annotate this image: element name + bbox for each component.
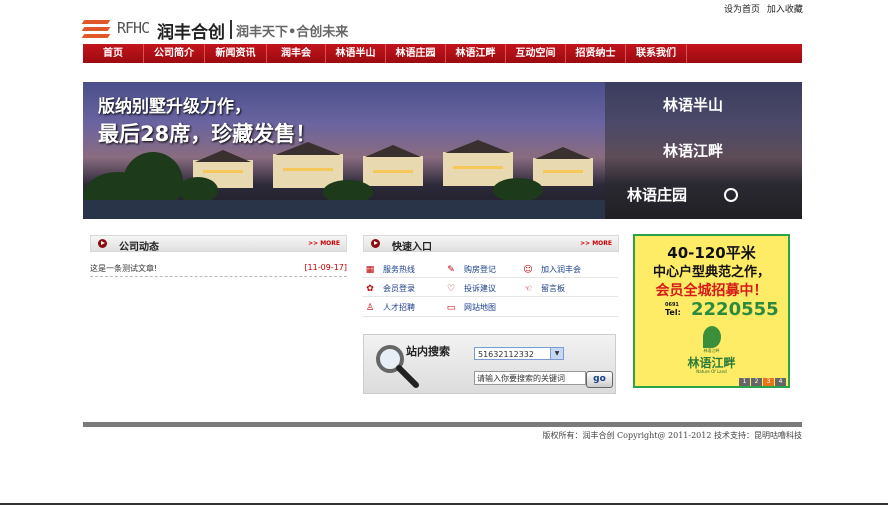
divider: [362, 316, 618, 317]
quick-link-message-board[interactable]: ☜ 留言板: [523, 283, 565, 294]
quick-section-title: 快速入口: [392, 242, 432, 253]
nav-item-news[interactable]: 新闻资讯: [205, 44, 267, 63]
hero-banner[interactable]: 版纳别墅升级力作， 最后28席，珍藏发售！ 林语半山 林语江畔 林语庄园: [83, 82, 802, 219]
nav-item-home[interactable]: 首页: [83, 44, 144, 63]
ad-page-1[interactable]: 1: [739, 378, 750, 386]
chevron-down-icon[interactable]: ▼: [550, 348, 563, 359]
banner-headline-2: 最后28席，珍藏发售！: [98, 122, 317, 146]
nav-item-contact[interactable]: 联系我们: [626, 44, 687, 63]
ad-page-3[interactable]: 3: [763, 378, 774, 386]
logo-text-en: RFHC: [117, 19, 150, 37]
logo-divider: [230, 20, 232, 39]
divider: [362, 277, 618, 278]
ad-pagination: 1 2 3 4: [738, 378, 786, 386]
site-search-panel: 站内搜索 51632112332 ▼ 请输入你要搜索的关键词 go: [363, 334, 616, 394]
search-select-value: 51632112332: [478, 350, 534, 359]
promo-ad[interactable]: 40-120平米 中心户型典范之作， 会员全城招募中！ 0691 Tel: 22…: [633, 234, 790, 388]
quick-link-join-club[interactable]: ☺ 加入润丰会: [523, 264, 581, 275]
add-favorite-link[interactable]: 加入收藏: [767, 5, 803, 15]
main-nav: 首页 公司简介 新闻资讯 润丰会 林语半山 林语庄园 林语江畔 互动空间 招贤纳…: [83, 44, 802, 63]
banner-link-zhuangyuan[interactable]: 林语庄园: [627, 184, 687, 205]
news-list-item: 这是一条测试文章! [11-09-17]: [90, 262, 347, 277]
nav-item-linyu-jiangpan[interactable]: 林语江畔: [446, 44, 506, 63]
building-icon: ▦: [365, 265, 375, 275]
nav-item-careers[interactable]: 招贤纳士: [566, 44, 626, 63]
slogan: 润丰天下•合创未来: [236, 25, 349, 40]
ad-line-2: 中心户型典范之作，: [652, 265, 770, 280]
people-icon: ♙: [365, 303, 375, 313]
leaf-logo-icon: [703, 326, 721, 348]
top-links: 设为首页 加入收藏: [720, 2, 803, 15]
nav-item-interactive[interactable]: 互动空间: [506, 44, 566, 63]
paw-icon: ✿: [366, 284, 374, 294]
nav-item-linyu-banshan[interactable]: 林语半山: [326, 44, 386, 63]
hand-icon: ☜: [523, 284, 533, 294]
search-category-select[interactable]: 51632112332 ▼: [474, 347, 564, 360]
ad-line-3: 会员全城招募中！: [655, 283, 768, 299]
banner-circle-icon[interactable]: [724, 188, 738, 202]
set-homepage-link[interactable]: 设为首页: [724, 5, 760, 15]
footer-copyright: 版权所有：润丰合创 Copyright@ 2011-2012 技术支持：昆明咕噜…: [542, 431, 803, 440]
news-more-link[interactable]: >> MORE: [308, 240, 340, 247]
footer-divider: [83, 422, 802, 427]
quick-link-member-login[interactable]: ✿ 会员登录: [365, 283, 415, 294]
play-icon: [371, 239, 380, 248]
play-icon: [98, 239, 107, 248]
quick-link-sitemap[interactable]: ▭ 网站地图: [446, 302, 496, 313]
nav-item-about[interactable]: 公司简介: [144, 44, 205, 63]
banner-link-banshan[interactable]: 林语半山: [663, 94, 723, 115]
news-section-title: 公司动态: [119, 242, 159, 253]
banner-link-jiangpan[interactable]: 林语江畔: [663, 140, 723, 161]
quick-link-register[interactable]: ✎ 购房登记: [446, 264, 496, 275]
heart-icon: ♡: [446, 284, 456, 294]
search-title: 站内搜索: [406, 345, 450, 358]
nav-item-club[interactable]: 润丰会: [267, 44, 326, 63]
chat-icon: ▭: [446, 303, 456, 313]
quick-more-link[interactable]: >> MORE: [580, 240, 612, 247]
search-input[interactable]: 请输入你要搜索的关键词: [474, 371, 586, 385]
divider: [362, 296, 618, 297]
logo-stripes-icon: [81, 20, 111, 40]
ad-page-2[interactable]: 2: [751, 378, 762, 386]
site-logo[interactable]: RFHC 润丰合创 润丰天下•合创未来: [81, 18, 373, 43]
news-section-header: 公司动态 >> MORE: [90, 235, 347, 253]
search-go-button[interactable]: go: [586, 371, 613, 388]
user-add-icon: ☺: [523, 265, 533, 275]
ad-tel-label: Tel:: [665, 308, 681, 317]
quick-link-complaints[interactable]: ♡ 投诉建议: [446, 283, 496, 294]
pen-icon: ✎: [447, 265, 455, 275]
news-item-date: [11-09-17]: [304, 263, 347, 272]
ad-line-1: 40-120平米: [667, 244, 756, 262]
banner-side-panel: 林语半山 林语江畔 林语庄园: [605, 82, 802, 219]
ad-page-4[interactable]: 4: [775, 378, 786, 386]
news-item-title[interactable]: 这是一条测试文章!: [90, 263, 157, 274]
nav-item-linyu-zhuangyuan[interactable]: 林语庄园: [386, 44, 446, 63]
logo-text-cn: 润丰合创: [157, 23, 225, 43]
banner-headline-1: 版纳别墅升级力作，: [98, 97, 251, 117]
quick-section-header: 快速入口 >> MORE: [363, 235, 619, 253]
quick-link-hotline[interactable]: ▦ 服务热线: [365, 264, 415, 275]
ad-phone: 2220555: [691, 299, 779, 320]
quick-link-recruitment[interactable]: ♙ 人才招聘: [365, 302, 415, 313]
ad-brand-en: Nature Of Land: [696, 369, 727, 374]
